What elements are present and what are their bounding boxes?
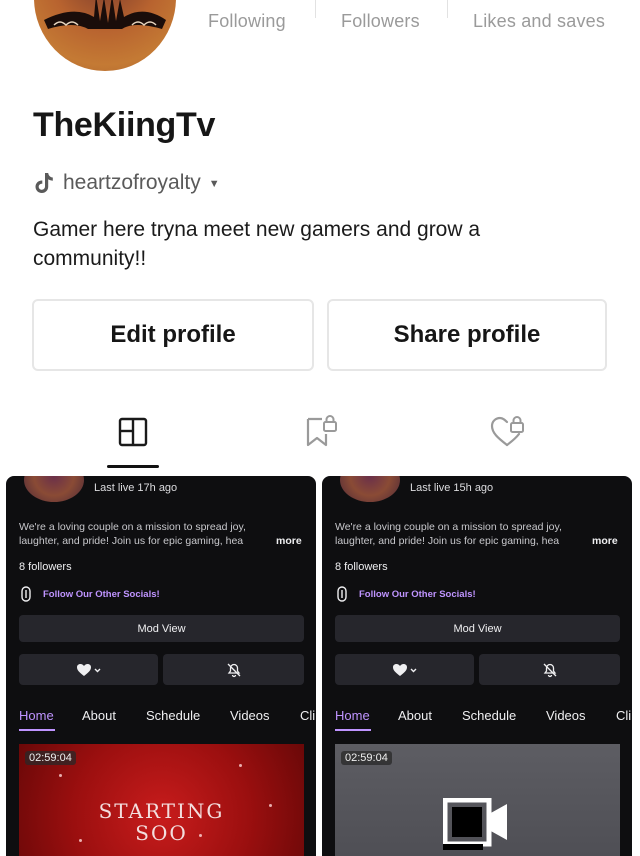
channel-tab-home: Home [19, 708, 54, 723]
last-live-text: Last live 17h ago [94, 482, 178, 494]
post-thumbnail[interactable]: Last live 15h ago We're a loving couple … [322, 476, 632, 856]
description-line: laughter, and pride! Join us for epic ga… [19, 534, 244, 547]
more-link: more [592, 535, 618, 547]
profile-bio: Gamer here tryna meet new gamers and gro… [33, 218, 481, 270]
description-line: We're a loving couple on a mission to sp… [335, 521, 562, 533]
bookmark-lock-icon [306, 415, 337, 447]
channel-tab-videos: Videos [546, 708, 586, 723]
channel-avatar [24, 476, 84, 502]
tab-liked[interactable] [487, 412, 527, 452]
handle-switcher[interactable]: heartzofroyalty ▼ [33, 170, 220, 196]
caret-down-icon: ▼ [208, 178, 220, 190]
notifications-button [163, 654, 304, 685]
channel-tab-schedule: Schedule [146, 708, 201, 723]
channel-description: We're a loving couple on a mission to sp… [19, 521, 269, 548]
follow-button [19, 654, 158, 685]
channel-tab-home: Home [335, 708, 370, 723]
channel-tab-videos: Videos [230, 708, 270, 723]
handle-text: heartzofroyalty [63, 171, 201, 194]
description-line: We're a loving couple on a mission to sp… [19, 521, 246, 533]
last-live-text: Last live 15h ago [410, 482, 494, 494]
heart-dropdown-icon [76, 663, 100, 676]
followers-count: 8 followers [335, 561, 388, 573]
follow-button [335, 654, 474, 685]
heart-lock-icon [490, 416, 524, 447]
channel-tab-clips: Cli [300, 708, 316, 723]
following-label[interactable]: Following [208, 11, 286, 32]
share-profile-button[interactable]: Share profile [327, 299, 607, 371]
overlay-line: STARTING [98, 799, 225, 823]
followers-label[interactable]: Followers [341, 11, 420, 32]
socials-link: Follow Our Other Socials! [43, 588, 160, 600]
followers-count: 8 followers [19, 561, 72, 573]
display-name: TheKiingTv [33, 106, 216, 144]
video-camera-icon [443, 798, 507, 850]
video-duration: 02:59:04 [25, 751, 76, 765]
socials-link: Follow Our Other Socials! [359, 588, 476, 600]
video-overlay-text: STARTING SOO [19, 800, 304, 844]
mod-view-button: Mod View [19, 615, 304, 642]
link-icon [337, 586, 347, 602]
channel-avatar [340, 476, 400, 502]
description-line: laughter, and pride! Join us for epic ga… [335, 534, 560, 547]
channel-tab-clips: Cli [616, 708, 632, 723]
channel-tab-about: About [82, 708, 116, 723]
socials-row: Follow Our Other Socials! [337, 586, 476, 602]
edit-profile-button[interactable]: Edit profile [32, 299, 314, 371]
socials-row: Follow Our Other Socials! [21, 586, 160, 602]
link-icon [21, 586, 31, 602]
more-link: more [276, 535, 302, 547]
heart-dropdown-icon [392, 663, 416, 676]
channel-tab-indicator [19, 729, 55, 731]
mod-view-button: Mod View [335, 615, 620, 642]
overlay-line: SOO [135, 821, 188, 845]
grid-icon [118, 417, 148, 447]
avatar-logo-art [44, 0, 166, 29]
tiktok-icon [35, 173, 53, 193]
bell-off-icon [227, 663, 240, 677]
stat-divider [315, 0, 316, 18]
channel-tab-schedule: Schedule [462, 708, 517, 723]
video-preview: 02:59:04 STARTING SOO [19, 744, 304, 856]
tab-saved[interactable] [300, 412, 340, 452]
post-thumbnail[interactable]: Last live 17h ago We're a loving couple … [6, 476, 316, 856]
active-tab-indicator [107, 465, 159, 468]
tab-posts-grid[interactable] [113, 412, 153, 452]
channel-tab-about: About [398, 708, 432, 723]
video-duration: 02:59:04 [341, 751, 392, 765]
profile-avatar[interactable] [34, 0, 176, 71]
likes-and-saves-label[interactable]: Likes and saves [473, 11, 605, 32]
bell-off-icon [543, 663, 556, 677]
channel-tab-indicator [335, 729, 371, 731]
video-preview: 02:59:04 [335, 744, 620, 856]
channel-description: We're a loving couple on a mission to sp… [335, 521, 585, 548]
notifications-button [479, 654, 620, 685]
profile-stats: Following Followers Likes and saves [190, 0, 640, 44]
stat-divider [447, 0, 448, 18]
